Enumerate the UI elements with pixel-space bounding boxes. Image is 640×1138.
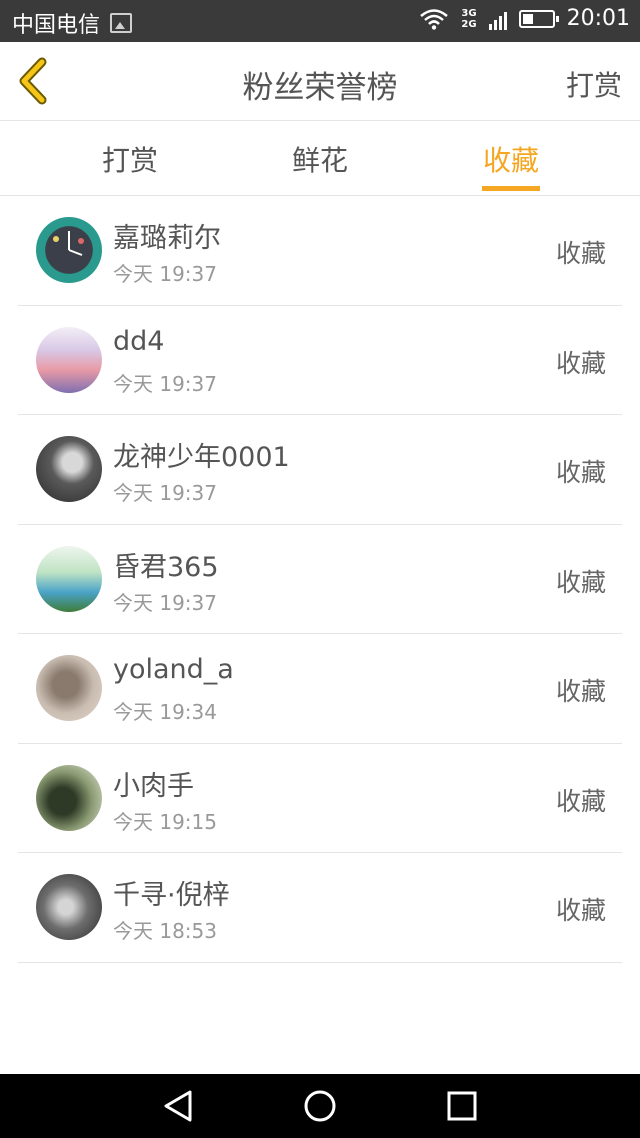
list-item[interactable]: dd4 今天 19:37 收藏 (18, 306, 622, 415)
title-bar: 粉丝荣誉榜 打赏 (0, 42, 640, 121)
tab-reward[interactable]: 打赏 (70, 139, 190, 179)
recents-square-icon (447, 1091, 477, 1121)
action-label: 收藏 (555, 348, 606, 378)
tab-flowers[interactable]: 鲜花 (260, 139, 380, 179)
carrier-label: 中国电信 (12, 13, 101, 38)
user-time: 今天 19:37 (113, 371, 217, 396)
list-item[interactable]: 千寻·倪梓 今天 18:53 收藏 (18, 853, 622, 963)
battery-icon (518, 9, 559, 28)
avatar (36, 655, 102, 721)
nav-home-button[interactable] (302, 1088, 338, 1124)
avatar (36, 217, 102, 283)
network-2g-label: 2G (461, 18, 477, 30)
action-label: 收藏 (555, 677, 606, 706)
avatar (36, 326, 102, 393)
action-label: 收藏 (555, 458, 606, 487)
network-3g-label: 3G (461, 7, 477, 19)
user-name: 小肉手 (113, 770, 194, 802)
status-right: 3G 2G 20:01 (419, 6, 630, 31)
action-label: 收藏 (555, 896, 606, 925)
signal-icon (488, 8, 507, 30)
user-name: dd4 (113, 325, 165, 357)
user-name: 千寻·倪梓 (113, 880, 230, 911)
list-item[interactable]: 嘉璐莉尔 今天 19:37 收藏 (18, 196, 622, 306)
avatar (36, 874, 102, 940)
list-item[interactable]: 龙神少年0001 今天 19:37 收藏 (18, 415, 622, 525)
user-time: 今天 19:37 (113, 481, 217, 505)
user-time: 今天 19:15 (113, 809, 217, 834)
home-circle-icon (304, 1090, 336, 1122)
list-item[interactable]: 昏君365 今天 19:37 收藏 (18, 525, 622, 634)
fan-list: 嘉璐莉尔 今天 19:37 收藏 dd4 今天 19:37 收藏 龙神少年000… (0, 196, 640, 963)
user-name: yoland_a (113, 654, 234, 685)
avatar (36, 436, 102, 502)
nav-back-button[interactable] (160, 1088, 196, 1124)
list-item[interactable]: 小肉手 今天 19:15 收藏 (18, 744, 622, 853)
image-notification-icon (110, 13, 133, 33)
action-label: 收藏 (555, 567, 606, 597)
user-name: 龙神少年0001 (113, 442, 290, 473)
avatar (36, 545, 102, 612)
user-name: 昏君365 (113, 551, 219, 583)
user-time: 今天 18:53 (113, 919, 217, 943)
active-tab-indicator (482, 186, 540, 191)
user-time: 今天 19:37 (113, 590, 217, 615)
back-triangle-icon (164, 1090, 192, 1122)
nav-recents-button[interactable] (444, 1088, 480, 1124)
action-label: 收藏 (555, 786, 606, 816)
tab-bar: 打赏 鲜花 收藏 (0, 121, 640, 196)
user-time: 今天 19:37 (113, 262, 217, 286)
action-label: 收藏 (555, 239, 606, 268)
system-nav-bar (0, 1074, 640, 1138)
tab-favorites[interactable]: 收藏 (451, 139, 571, 179)
network-type: 3G 2G (461, 8, 476, 30)
reward-button[interactable]: 打赏 (566, 64, 622, 104)
list-item[interactable]: yoland_a 今天 19:34 收藏 (18, 634, 622, 744)
page-title: 粉丝荣誉榜 (242, 70, 398, 106)
wifi-icon (420, 8, 449, 30)
status-bar: 中国电信 3G 2G 20:01 (0, 0, 640, 42)
avatar (36, 764, 102, 831)
clock: 20:01 (566, 6, 630, 31)
user-name: 嘉璐莉尔 (113, 223, 221, 254)
status-left: 中国电信 (12, 7, 133, 39)
user-time: 今天 19:34 (113, 700, 217, 724)
